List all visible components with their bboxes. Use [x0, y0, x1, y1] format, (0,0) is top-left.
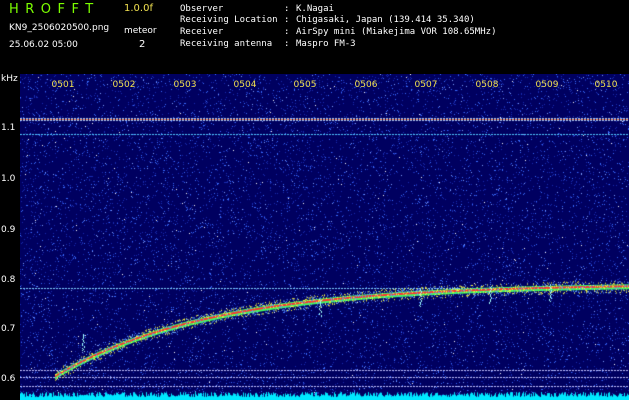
antenna-sep: : — [284, 39, 290, 49]
x-tick-label: 0506 — [354, 80, 378, 90]
header-panel: HROFFT 1.0.0f KN9_2506020500.png meteor … — [0, 0, 629, 72]
x-tick-label: 0503 — [173, 80, 197, 90]
x-tick-label: 0509 — [535, 80, 559, 90]
y-tick-label: 1.1 — [1, 123, 16, 133]
filename-label: KN9_2506020500.png — [9, 23, 110, 33]
x-tick-label: 0507 — [414, 80, 438, 90]
receiver-label: Receiver — [180, 27, 224, 37]
receiver-value: AirSpy mini (Miakejima VOR 108.65MHz) — [296, 27, 497, 37]
x-tick-label: 0508 — [475, 80, 499, 90]
version-label: 1.0.0f — [124, 3, 153, 14]
antenna-value: Maspro FM-3 — [296, 39, 356, 49]
x-tick-label: 0501 — [51, 80, 75, 90]
y-tick-label: 0.6 — [1, 374, 16, 384]
receiver-sep: : — [284, 27, 290, 37]
y-tick-label: 0.7 — [1, 324, 16, 334]
observer-sep: : — [284, 4, 290, 14]
app-title: HROFFT — [9, 2, 100, 17]
location-sep: : — [284, 15, 290, 25]
y-tick-label: 1.0 — [1, 174, 16, 184]
observer-label: Observer — [180, 4, 224, 14]
location-value: Chigasaki, Japan (139.414 35.340) — [296, 15, 475, 25]
x-tick-label: 0502 — [112, 80, 136, 90]
hrofft-window: HROFFT 1.0.0f KN9_2506020500.png meteor … — [0, 0, 629, 400]
x-tick-label: 0510 — [594, 80, 618, 90]
y-tick-label: 0.9 — [1, 225, 16, 235]
y-tick-label: 0.8 — [1, 275, 16, 285]
x-tick-label: 0505 — [293, 80, 317, 90]
observer-value: K.Nagai — [296, 4, 334, 14]
datetime-label: 25.06.02 05:00 — [9, 40, 78, 50]
spectrogram-canvas — [20, 74, 629, 400]
meteor-label: meteor — [124, 26, 157, 36]
location-label: Receiving Location — [180, 15, 278, 25]
meteor-count: 2 — [139, 39, 146, 50]
x-tick-label: 0504 — [233, 80, 257, 90]
antenna-label: Receiving antenna — [180, 39, 273, 49]
freq-unit-label: kHz — [1, 74, 18, 84]
